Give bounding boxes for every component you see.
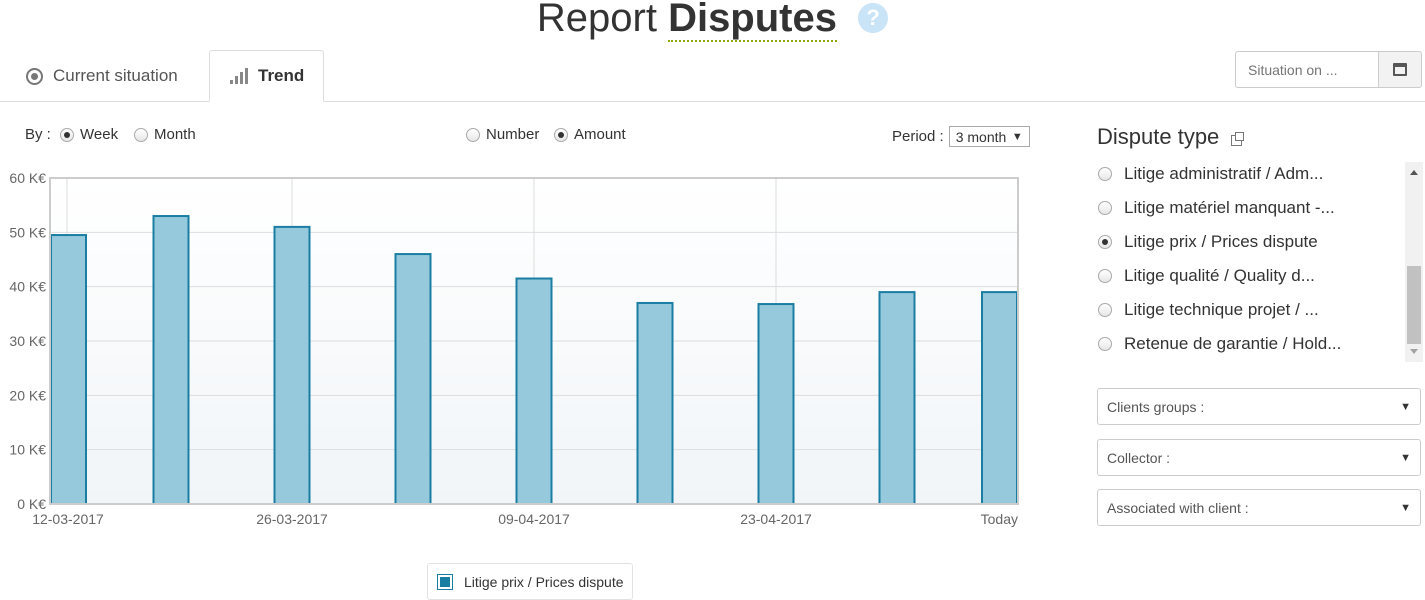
situation-date-input[interactable] bbox=[1235, 51, 1378, 88]
chart-bar bbox=[515, 277, 553, 506]
tab-label: Current situation bbox=[53, 66, 178, 85]
radio-number-label: Number bbox=[486, 126, 540, 143]
radio-dispute-1[interactable] bbox=[1098, 201, 1112, 215]
collector-select[interactable]: Collector : ▼ bbox=[1097, 439, 1421, 476]
dispute-label: Litige matériel manquant -... bbox=[1124, 198, 1335, 217]
list-item[interactable]: Litige qualité / Quality d... bbox=[1098, 266, 1315, 286]
trend-bar-chart: 0 K€ 10 K€ 20 K€ 30 K€ 40 K€ 50 K€ 60 K€ 12-03-… bbox=[9, 170, 1019, 527]
radio-dispute-3[interactable] bbox=[1098, 269, 1112, 283]
dispute-label: Litige qualité / Quality d... bbox=[1124, 266, 1315, 285]
dispute-label: Litige administratif / Adm... bbox=[1124, 164, 1324, 183]
page-title: Report Disputes ? bbox=[0, 0, 1425, 42]
dispute-label: Litige prix / Prices dispute bbox=[1124, 232, 1318, 251]
radio-week-label: Week bbox=[80, 126, 119, 143]
x-tick-label: 26-03-2017 bbox=[256, 511, 328, 527]
scroll-up-icon[interactable] bbox=[1410, 170, 1418, 175]
radio-number-circle[interactable] bbox=[466, 127, 480, 142]
radio-amount-label: Amount bbox=[574, 126, 626, 143]
x-tick-label: Today bbox=[981, 511, 1018, 527]
by-label-text: By : bbox=[25, 126, 51, 143]
x-tick-label: 09-04-2017 bbox=[498, 511, 570, 527]
period-value: 3 month bbox=[955, 128, 1007, 145]
y-tick-label: 30 K€ bbox=[9, 333, 46, 349]
tab-current-situation[interactable]: Current situation bbox=[26, 50, 178, 102]
chart-bar bbox=[50, 234, 87, 506]
period-label: Period : bbox=[892, 128, 944, 145]
dispute-list-scrollbar[interactable] bbox=[1405, 162, 1423, 362]
tab-label: Trend bbox=[258, 66, 305, 85]
scroll-down-icon[interactable] bbox=[1410, 349, 1418, 354]
radio-amount-circle[interactable] bbox=[554, 127, 568, 142]
y-tick-label: 50 K€ bbox=[9, 224, 46, 240]
legend-swatch bbox=[437, 573, 453, 590]
y-tick-label: 40 K€ bbox=[9, 279, 46, 295]
associated-client-label: Associated with client : bbox=[1107, 499, 1249, 516]
list-item[interactable]: Retenue de garantie / Hold... bbox=[1098, 334, 1341, 354]
chevron-down-icon: ▼ bbox=[1400, 501, 1411, 514]
chart-legend[interactable]: Litige prix / Prices dispute bbox=[427, 563, 633, 600]
associated-client-select[interactable]: Associated with client : ▼ bbox=[1097, 489, 1421, 526]
scrollbar-thumb[interactable] bbox=[1407, 266, 1421, 344]
chevron-down-icon: ▼ bbox=[1400, 400, 1411, 413]
dispute-type-list: Litige administratif / Adm... Litige mat… bbox=[1090, 162, 1410, 362]
x-tick-label: 12-03-2017 bbox=[32, 511, 104, 527]
list-item[interactable]: Litige administratif / Adm... bbox=[1098, 164, 1323, 184]
tab-trend[interactable]: Trend bbox=[209, 50, 324, 102]
bar-chart-icon bbox=[230, 68, 248, 84]
external-link-icon[interactable] bbox=[1231, 131, 1245, 146]
list-item[interactable]: Litige prix / Prices dispute bbox=[1098, 232, 1318, 252]
list-item[interactable]: Litige matériel manquant -... bbox=[1098, 198, 1335, 218]
radio-amount[interactable]: Amount bbox=[554, 126, 626, 143]
chevron-down-icon: ▼ bbox=[1400, 451, 1411, 464]
radio-dispute-5[interactable] bbox=[1098, 337, 1112, 351]
dispute-label: Litige technique projet / ... bbox=[1124, 300, 1319, 319]
clients-groups-label: Clients groups : bbox=[1107, 398, 1205, 415]
chart-bar bbox=[394, 253, 432, 505]
x-tick-label: 23-04-2017 bbox=[740, 511, 812, 527]
page-title-main: Disputes bbox=[668, 0, 837, 42]
target-icon bbox=[26, 67, 43, 85]
chart-bar bbox=[981, 291, 1018, 505]
radio-dispute-2[interactable] bbox=[1098, 235, 1112, 249]
chart-bar bbox=[273, 225, 311, 506]
chart-bar bbox=[152, 215, 190, 506]
dispute-type-title-text: Dispute type bbox=[1097, 124, 1220, 149]
radio-month-circle[interactable] bbox=[134, 127, 148, 142]
help-icon[interactable]: ? bbox=[858, 3, 889, 33]
list-item[interactable]: Litige technique projet / ... bbox=[1098, 300, 1319, 320]
legend-label: Litige prix / Prices dispute bbox=[464, 573, 624, 590]
radio-number[interactable]: Number bbox=[466, 126, 539, 143]
chart-bar bbox=[636, 301, 674, 505]
period-select[interactable]: 3 month ▼ bbox=[948, 126, 1030, 147]
dispute-label: Retenue de garantie / Hold... bbox=[1124, 334, 1342, 353]
y-tick-label: 20 K€ bbox=[9, 387, 46, 403]
radio-dispute-4[interactable] bbox=[1098, 303, 1112, 317]
y-tick-label: 10 K€ bbox=[9, 442, 46, 458]
chart-bar bbox=[757, 303, 795, 505]
page-title-prefix: Report bbox=[536, 0, 657, 40]
chevron-down-icon: ▼ bbox=[1011, 130, 1023, 143]
radio-week-circle[interactable] bbox=[60, 127, 74, 142]
calendar-icon bbox=[1393, 63, 1407, 76]
calendar-button[interactable] bbox=[1378, 51, 1422, 88]
tab-bar: Current situation Trend bbox=[0, 50, 1425, 102]
y-tick-label: 0 K€ bbox=[17, 496, 46, 512]
clients-groups-select[interactable]: Clients groups : ▼ bbox=[1097, 388, 1421, 425]
radio-month-label: Month bbox=[154, 126, 196, 143]
period-control: Period : 3 month ▼ bbox=[892, 126, 1030, 147]
radio-dispute-0[interactable] bbox=[1098, 167, 1112, 181]
dispute-type-title: Dispute type bbox=[1097, 124, 1245, 150]
by-label: By : bbox=[25, 126, 51, 143]
chart-bar bbox=[878, 291, 916, 505]
collector-label: Collector : bbox=[1107, 449, 1171, 466]
radio-month[interactable]: Month bbox=[134, 126, 196, 143]
y-tick-label: 60 K€ bbox=[9, 170, 46, 186]
radio-week[interactable]: Week bbox=[60, 126, 118, 143]
